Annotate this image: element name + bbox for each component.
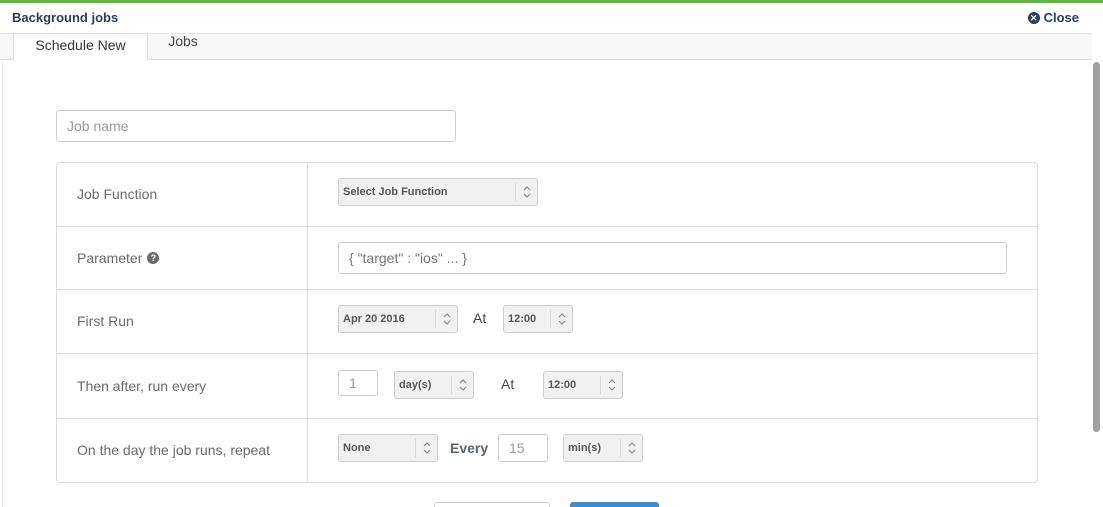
first-run-date-select[interactable]: Apr 20 2016: [338, 305, 458, 333]
then-after-time-select[interactable]: 12:00: [543, 371, 623, 399]
tab-schedule-new[interactable]: Schedule New: [13, 33, 148, 61]
vertical-scrollbar[interactable]: [1093, 62, 1100, 432]
first-run-at-label: At: [473, 310, 487, 326]
row-first-run: First Run Apr 20 2016 At 12:00: [57, 290, 1037, 354]
first-run-label: First Run: [77, 313, 134, 329]
chevron-up-down-icon: [415, 439, 437, 457]
then-after-at-label: At: [501, 376, 515, 392]
job-function-label: Job Function: [77, 186, 158, 202]
then-after-time-value: 12:00: [548, 379, 577, 391]
question-circle-icon[interactable]: ?: [147, 252, 160, 264]
chevron-up-down-icon: [515, 183, 537, 201]
every-unit-value: min(s): [568, 442, 601, 454]
every-label: Every: [450, 440, 489, 456]
primary-button[interactable]: [570, 502, 659, 507]
every-input[interactable]: 15: [498, 434, 548, 462]
interval-unit-value: day(s): [399, 379, 432, 391]
row-repeat: On the day the job runs, repeat None Eve…: [57, 419, 1037, 482]
chevron-up-down-icon: [550, 310, 572, 328]
tab-bar: Schedule New Jobs: [0, 33, 1092, 61]
chevron-up-down-icon: [600, 376, 622, 394]
then-after-label: Then after, run every: [77, 378, 207, 394]
every-unit-select[interactable]: min(s): [563, 434, 643, 462]
tab-label: Schedule New: [35, 37, 126, 53]
tab-label: Jobs: [168, 33, 198, 49]
first-run-date-value: Apr 20 2016: [343, 313, 405, 325]
interval-unit-select[interactable]: day(s): [394, 371, 474, 399]
dialog-header: Background jobs ✕ Close: [0, 3, 1103, 33]
first-run-time-value: 12:00: [508, 313, 537, 325]
row-parameter: Parameter ?: [57, 227, 1037, 290]
repeat-value: None: [343, 442, 371, 454]
repeat-select[interactable]: None: [338, 434, 438, 462]
close-button[interactable]: ✕ Close: [1027, 10, 1079, 25]
repeat-label: On the day the job runs, repeat: [77, 442, 271, 458]
parameter-input[interactable]: [338, 242, 1007, 274]
secondary-button[interactable]: [434, 502, 550, 507]
dialog-title: Background jobs: [12, 10, 119, 25]
row-then-after: Then after, run every 1 day(s) At 12:00: [57, 354, 1037, 419]
interval-input[interactable]: 1: [338, 370, 378, 396]
first-run-time-select[interactable]: 12:00: [503, 305, 573, 333]
times-circle-icon: ✕: [1027, 11, 1040, 24]
chevron-up-down-icon: [435, 310, 457, 328]
tab-jobs[interactable]: Jobs: [148, 33, 218, 61]
job-function-select-value: Select Job Function: [343, 186, 448, 198]
job-name-input[interactable]: [56, 110, 456, 142]
chevron-up-down-icon: [451, 376, 473, 394]
chevron-up-down-icon: [620, 439, 642, 457]
parameter-label: Parameter ?: [77, 250, 160, 266]
close-label: Close: [1043, 10, 1079, 25]
schedule-form-table: Job Function Select Job Function Paramet…: [56, 162, 1038, 483]
row-job-function: Job Function Select Job Function: [57, 163, 1037, 227]
job-function-select[interactable]: Select Job Function: [338, 178, 538, 206]
